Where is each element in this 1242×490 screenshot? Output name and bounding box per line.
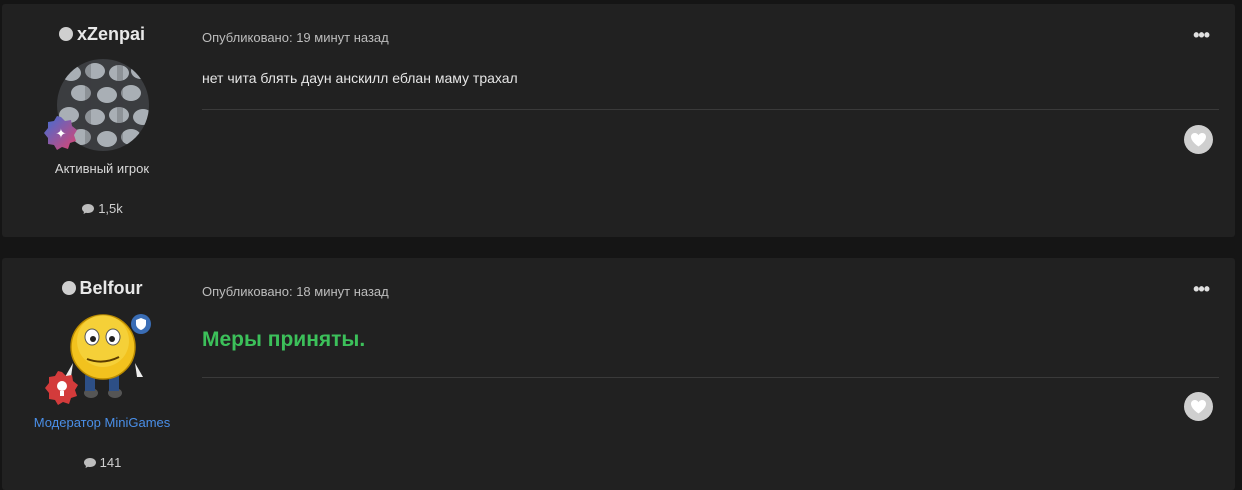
offline-status-icon (61, 281, 76, 295)
author-name-text[interactable]: Belfour (80, 278, 143, 298)
group-title: Активный игрок (54, 161, 150, 176)
post-count-value: 141 (99, 455, 122, 470)
post: xZenpai ✦ Активный игрок 1,5k Опубликова… (2, 4, 1235, 237)
staff-shield-icon (131, 314, 151, 334)
post-menu-button[interactable]: ••• (1193, 26, 1210, 44)
offline-status-icon (58, 27, 73, 41)
divider (202, 109, 1219, 110)
post-count-value: 1,5k (98, 201, 123, 216)
like-button[interactable] (1184, 392, 1213, 421)
like-button[interactable] (1184, 125, 1213, 154)
post-count: 1,5k (2, 201, 202, 216)
post-content: нет чита блять даун анскилл еблан маму т… (202, 70, 518, 86)
author-panel: Belfour Модератор MiniGames 141 (2, 258, 202, 490)
svg-text:✦: ✦ (56, 127, 67, 142)
heart-icon (1191, 400, 1206, 414)
group-title: Модератор MiniGames (33, 415, 171, 430)
author-panel: xZenpai ✦ Активный игрок 1,5k (2, 4, 202, 237)
heart-icon (1191, 133, 1206, 147)
post-menu-button[interactable]: ••• (1193, 280, 1210, 298)
comment-icon (82, 204, 95, 214)
author-name[interactable]: xZenpai (2, 24, 202, 45)
divider (202, 377, 1219, 378)
post-date[interactable]: Опубликовано: 19 минут назад (202, 30, 389, 45)
author-name-text[interactable]: xZenpai (77, 24, 145, 44)
moderator-badge-icon (45, 371, 78, 405)
author-name[interactable]: Belfour (2, 278, 202, 299)
post-content: Меры приняты. (202, 328, 366, 351)
rank-badge-icon: ✦ (44, 116, 77, 150)
post: Belfour Модератор MiniGames 141 Опублико… (2, 258, 1235, 490)
post-count: 141 (2, 455, 202, 470)
comment-icon (83, 458, 96, 468)
post-date[interactable]: Опубликовано: 18 минут назад (202, 284, 389, 299)
